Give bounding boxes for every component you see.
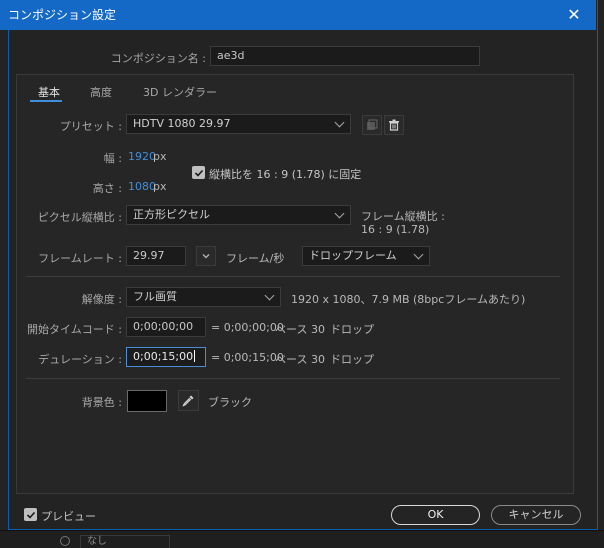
- background-app-bottom: なし: [0, 530, 604, 548]
- resolution-label: 解像度 :: [81, 293, 122, 306]
- ok-button[interactable]: OK: [391, 505, 480, 525]
- delete-preset-button[interactable]: [384, 115, 404, 135]
- preview-label: プレビュー: [41, 510, 96, 523]
- width-label: 幅 :: [103, 152, 122, 165]
- trash-icon: [389, 119, 399, 131]
- eyedropper-button[interactable]: [178, 390, 199, 411]
- chevron-down-icon: [334, 117, 345, 128]
- duration-input[interactable]: 0;00;15;00: [126, 347, 206, 367]
- save-preset-icon: [367, 119, 378, 130]
- comp-name-input[interactable]: ae3d: [210, 46, 480, 66]
- start-timecode-input[interactable]: 0;00;00;00: [126, 317, 206, 337]
- start-timecode-label: 開始タイムコード :: [27, 323, 122, 336]
- preset-value: HDTV 1080 29.97: [133, 117, 231, 130]
- pixel-aspect-select[interactable]: 正方形ピクセル: [126, 205, 351, 225]
- chevron-down-icon: [334, 208, 345, 219]
- check-icon: [194, 169, 203, 177]
- drop-frame-select[interactable]: ドロップフレーム: [302, 246, 430, 266]
- resolution-select[interactable]: フル画質: [126, 287, 281, 307]
- height-unit: px: [153, 180, 167, 193]
- background-color-label: 背景色 :: [81, 396, 122, 409]
- width-unit: px: [153, 150, 167, 163]
- active-tab-indicator: [30, 100, 62, 102]
- height-value[interactable]: 1080: [128, 180, 156, 193]
- pixel-aspect-label: ピクセル縦横比 :: [37, 211, 122, 224]
- preset-label: プリセット :: [59, 120, 122, 133]
- background-color-name: ブラック: [208, 396, 252, 409]
- settings-panel: [16, 74, 574, 494]
- preset-select[interactable]: HDTV 1080 29.97: [126, 114, 351, 134]
- close-icon[interactable]: ✕: [564, 0, 584, 30]
- background-color-swatch[interactable]: [127, 390, 167, 412]
- start-timecode-equals: = 0;00;00;00: [211, 321, 284, 334]
- drop-frame-value: ドロップフレーム: [309, 249, 397, 262]
- frame-aspect-value: 16 : 9 (1.78): [361, 223, 430, 236]
- duration-drop: ドロップ: [330, 353, 374, 366]
- lock-aspect-label: 縦横比を 16 : 9 (1.78) に固定: [209, 168, 362, 181]
- chevron-down-icon: [202, 254, 210, 259]
- height-label: 高さ :: [92, 182, 122, 195]
- duration-label: デュレーション :: [38, 353, 122, 366]
- comp-name-label: コンポジション名 :: [110, 52, 206, 65]
- frame-rate-dropdown-button[interactable]: [196, 246, 216, 266]
- resolution-info: 1920 x 1080、7.9 MB (8bpcフレームあたり): [291, 293, 526, 306]
- resolution-value: フル画質: [133, 290, 177, 303]
- window-title: コンポジション設定: [8, 8, 117, 22]
- divider: [26, 276, 560, 277]
- duration-base: ベース 30: [275, 353, 325, 366]
- background-app-left: [0, 0, 8, 548]
- check-icon: [26, 511, 35, 519]
- duration-value: 0;00;15;00: [133, 350, 194, 363]
- lock-aspect-checkbox[interactable]: [192, 166, 205, 179]
- background-app-icon: [60, 536, 70, 546]
- start-timecode-base: ベース 30: [275, 323, 325, 336]
- text-caret: [194, 350, 196, 362]
- chevron-down-icon: [264, 290, 275, 301]
- tab-3d-renderer[interactable]: 3D レンダラー: [143, 84, 217, 100]
- pixel-aspect-value: 正方形ピクセル: [133, 208, 210, 221]
- tab-advanced[interactable]: 高度: [90, 84, 112, 100]
- background-app-select: なし: [80, 535, 170, 548]
- eyedropper-icon: [182, 395, 194, 407]
- preview-checkbox[interactable]: [24, 508, 37, 521]
- frame-rate-input[interactable]: 29.97: [126, 246, 186, 266]
- cancel-button[interactable]: キャンセル: [491, 505, 581, 525]
- title-bar: コンポジション設定 ✕: [0, 0, 596, 30]
- frame-rate-label: フレームレート :: [38, 252, 122, 265]
- frame-aspect-label: フレーム縦横比 :: [361, 210, 445, 223]
- divider: [26, 378, 560, 379]
- width-value[interactable]: 1920: [128, 150, 156, 163]
- frame-rate-unit: フレーム/秒: [226, 252, 285, 265]
- save-preset-button[interactable]: [362, 115, 382, 135]
- start-timecode-drop: ドロップ: [330, 323, 374, 336]
- duration-equals: = 0;00;15;00: [211, 351, 284, 364]
- tab-basic[interactable]: 基本: [38, 84, 60, 100]
- chevron-down-icon: [413, 249, 424, 260]
